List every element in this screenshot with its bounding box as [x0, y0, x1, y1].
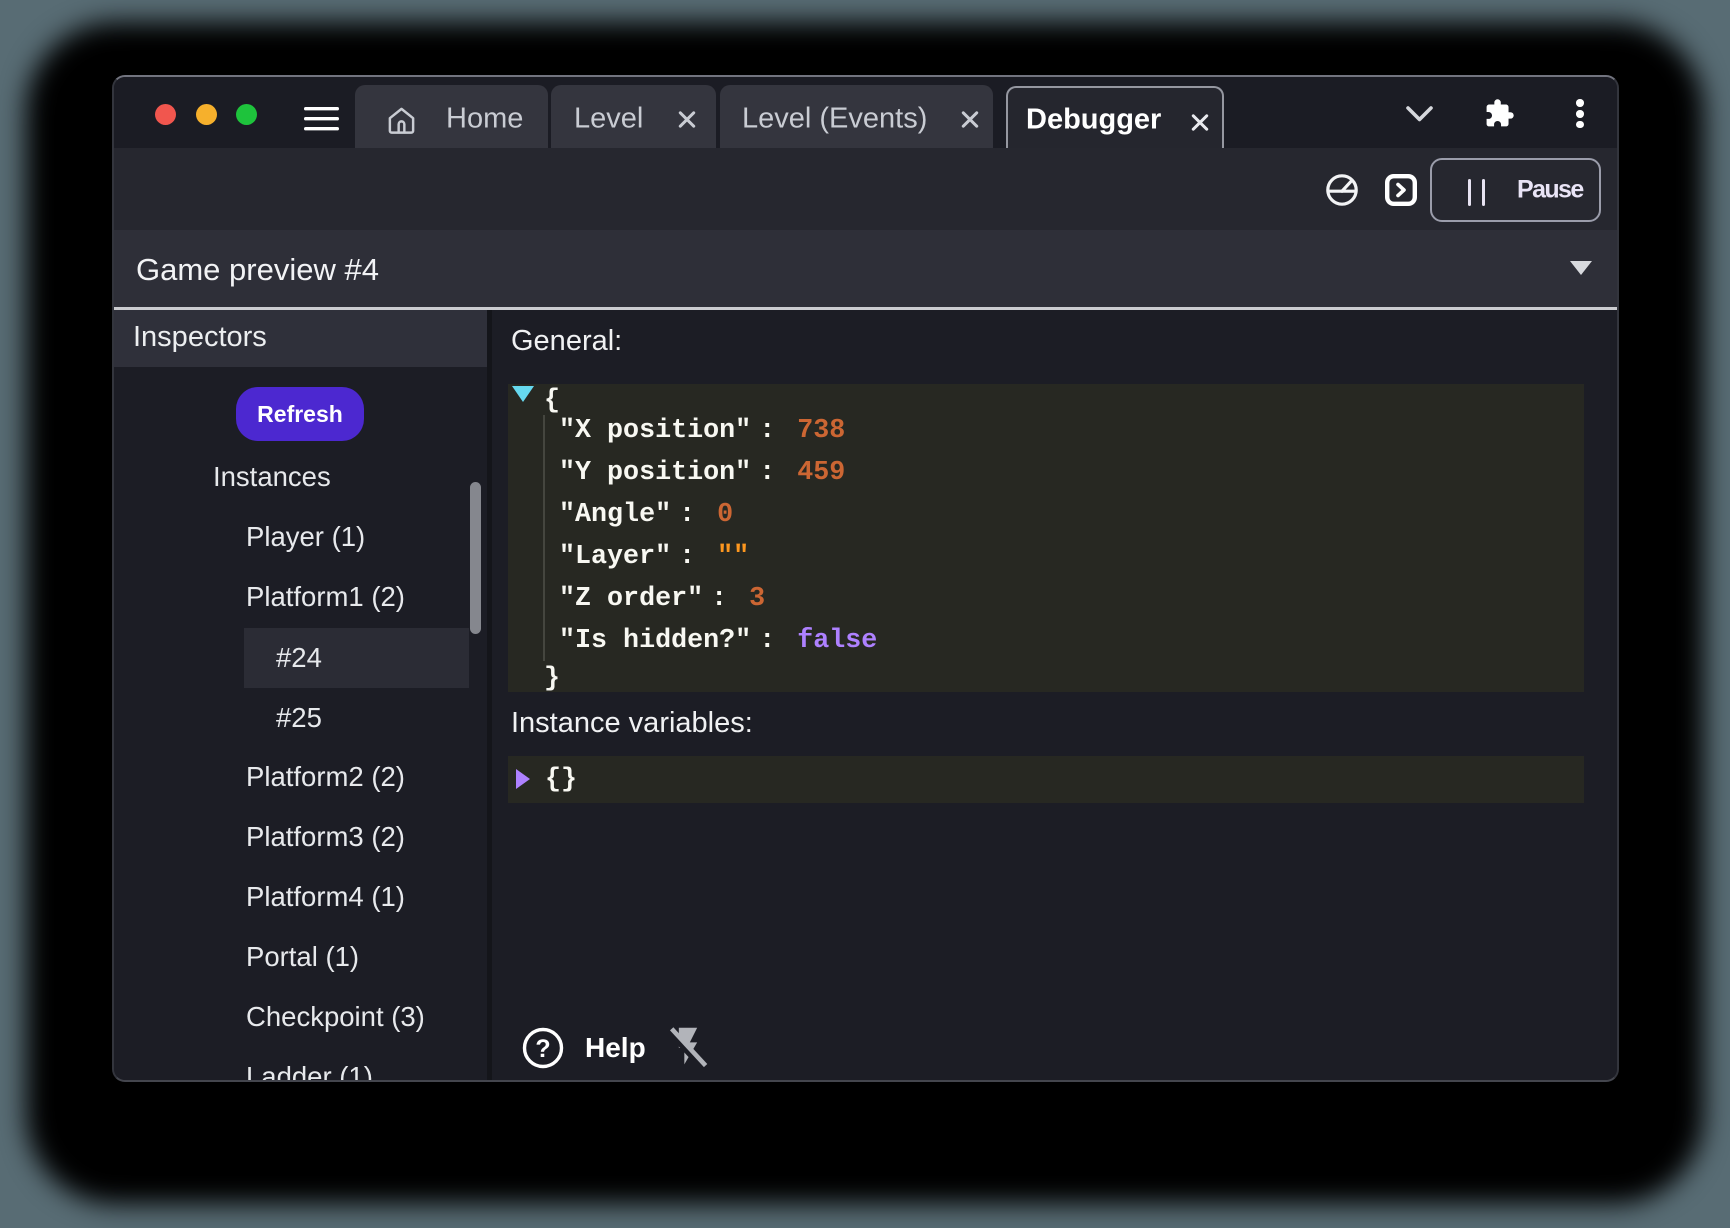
svg-text:?: ?	[535, 1035, 550, 1063]
